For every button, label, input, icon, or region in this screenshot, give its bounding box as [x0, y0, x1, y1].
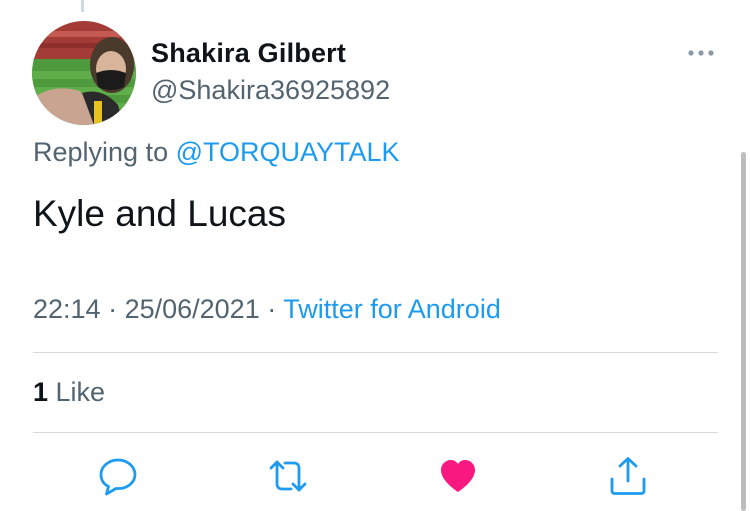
- reply-icon[interactable]: [97, 455, 139, 497]
- profile-photo-icon: [32, 21, 136, 125]
- tweet-source-link[interactable]: Twitter for Android: [283, 294, 501, 324]
- heart-icon[interactable]: [437, 455, 479, 497]
- tweet-meta: 22:14 · 25/06/2021 · Twitter for Android: [33, 294, 501, 325]
- retweet-icon[interactable]: [267, 455, 309, 497]
- meta-separator: ·: [100, 294, 125, 324]
- more-options-icon[interactable]: [686, 44, 716, 62]
- like-label: Like: [48, 377, 106, 407]
- replying-to-line: Replying to @TORQUAYTALK: [33, 137, 400, 168]
- author-display-name[interactable]: Shakira Gilbert: [151, 38, 346, 69]
- meta-separator: ·: [259, 294, 284, 324]
- mention-link[interactable]: @TORQUAYTALK: [176, 137, 400, 167]
- tweet-time[interactable]: 22:14: [33, 294, 101, 324]
- divider: [33, 352, 718, 353]
- author-handle[interactable]: @Shakira36925892: [151, 75, 390, 106]
- divider: [33, 432, 718, 433]
- tweet-text: Kyle and Lucas: [33, 193, 287, 234]
- likes-count-link[interactable]: 1 Like: [33, 377, 105, 408]
- replying-to-label: Replying to: [33, 137, 176, 167]
- thread-connector-line: [81, 0, 84, 12]
- like-count: 1: [33, 377, 49, 407]
- scrollbar[interactable]: [741, 152, 746, 511]
- share-icon[interactable]: [607, 455, 649, 497]
- avatar[interactable]: [32, 21, 136, 125]
- tweet-date[interactable]: 25/06/2021: [125, 294, 260, 324]
